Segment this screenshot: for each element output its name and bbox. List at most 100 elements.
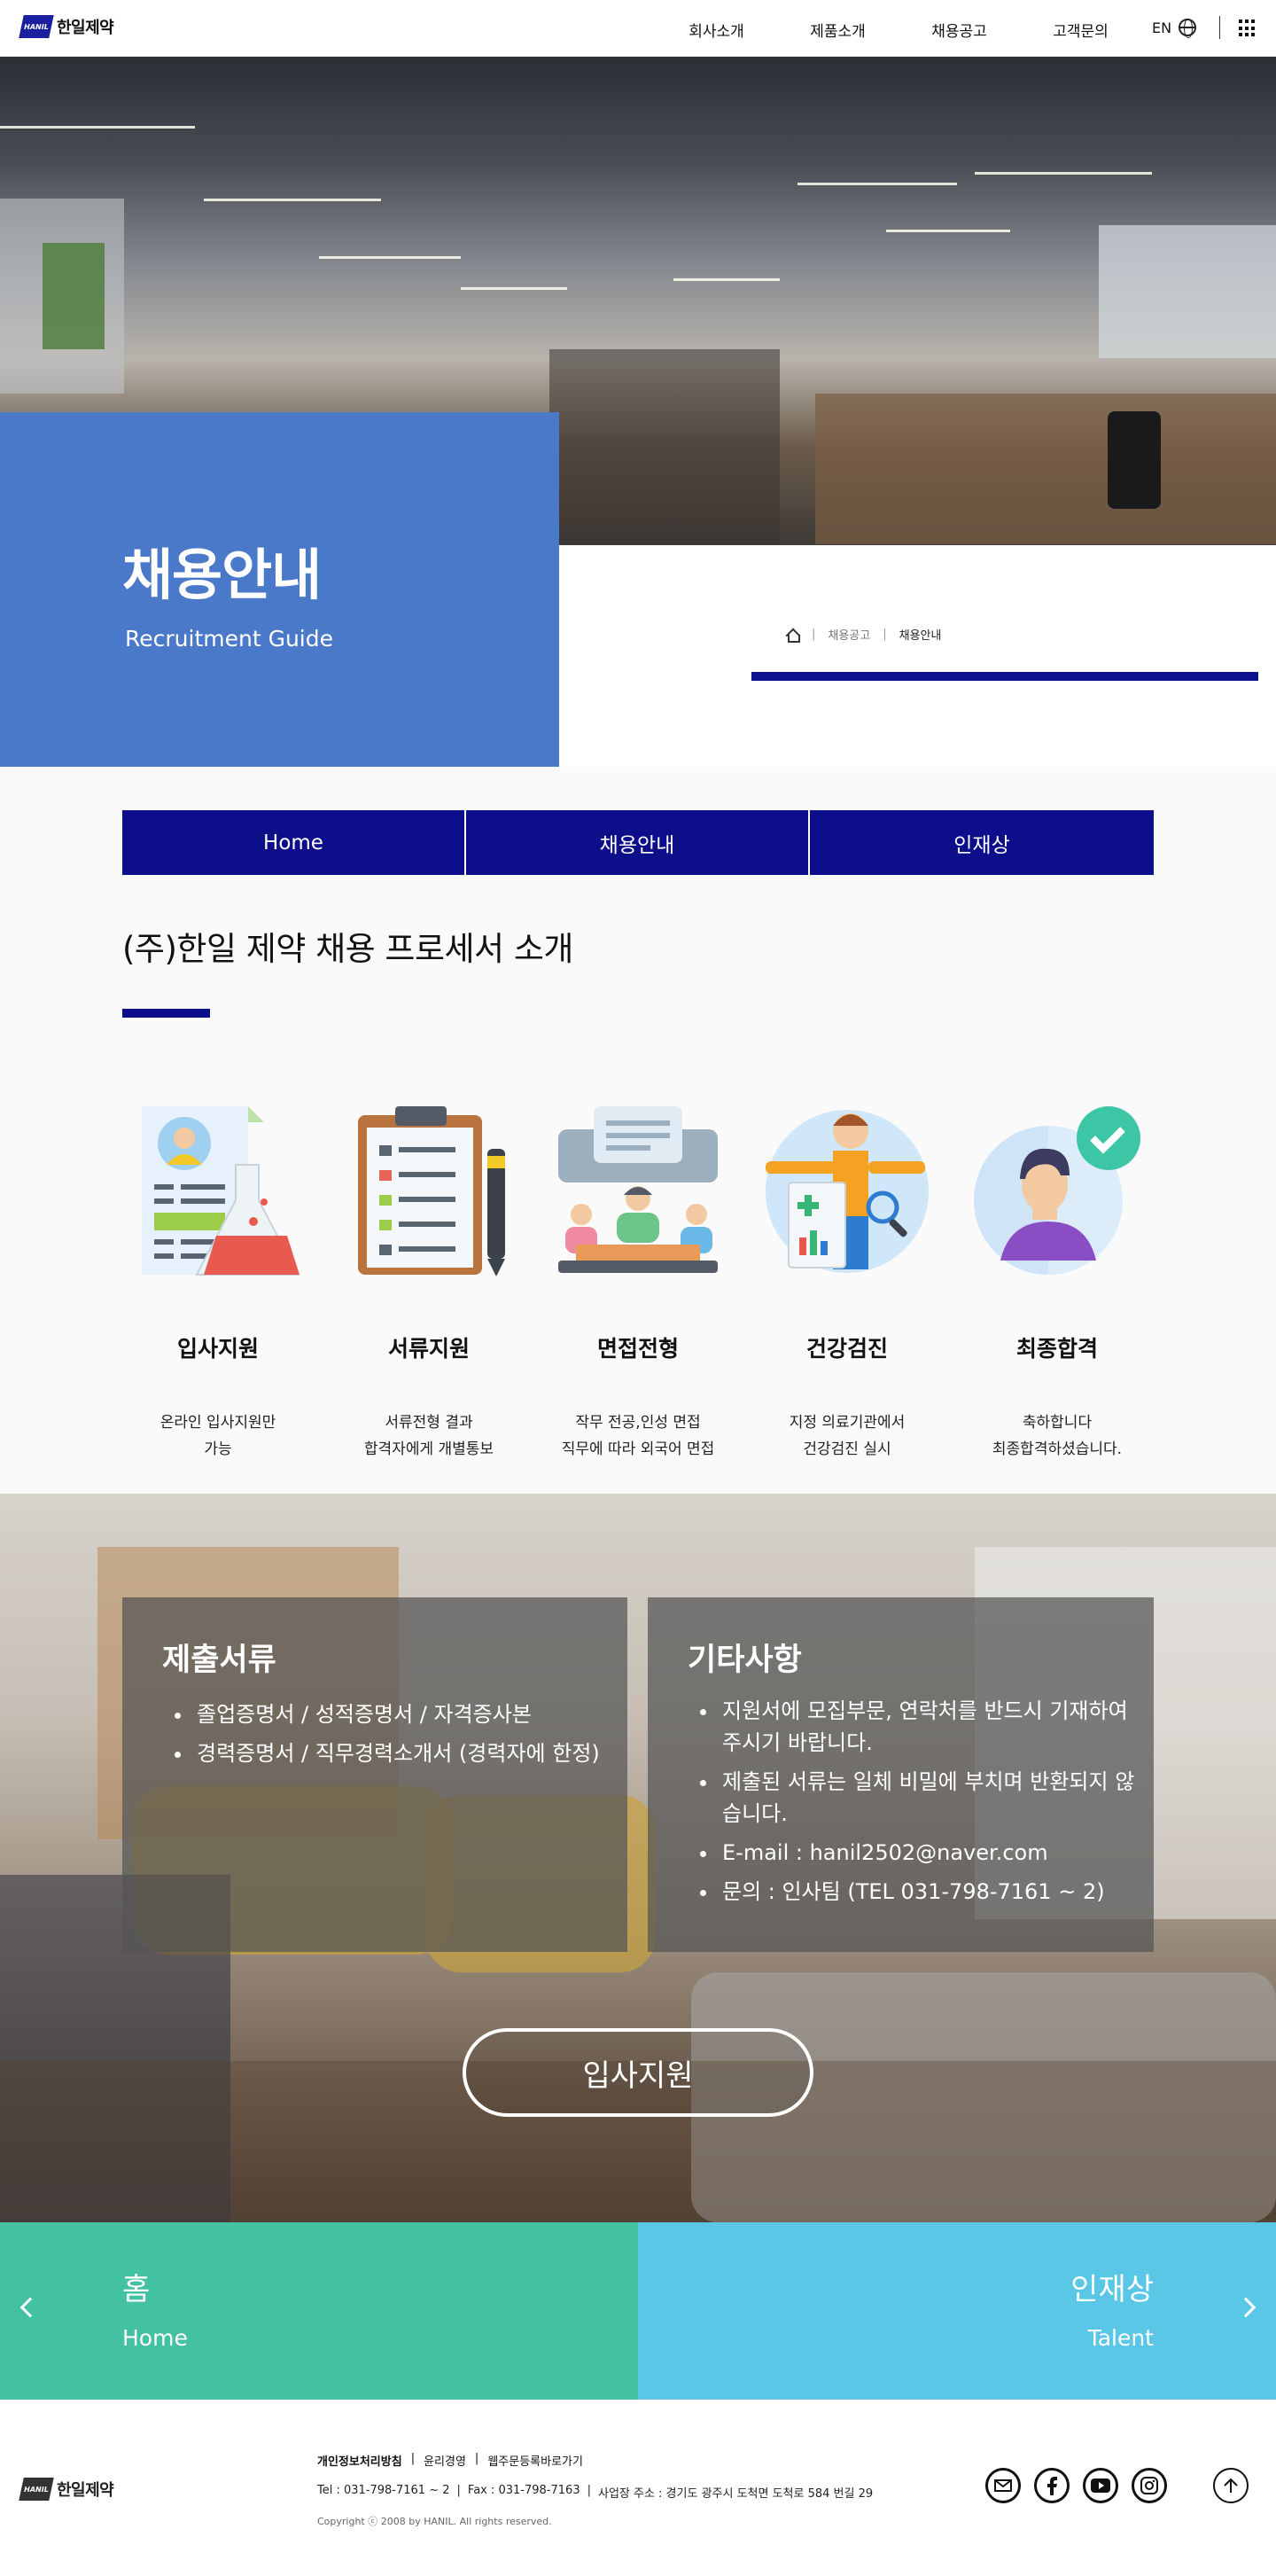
- documents-item: 졸업증명서 / 성적증명서 / 자격증사본: [193, 1695, 600, 1734]
- footer-separator: |: [410, 2452, 416, 2465]
- clipboard-icon: [340, 1103, 517, 1280]
- instagram-icon[interactable]: [1132, 2468, 1167, 2503]
- step-desc-line: 온라인 입사지원만: [160, 1414, 276, 1432]
- mail-icon[interactable]: [985, 2468, 1021, 2503]
- page-title: 채용안내: [122, 543, 322, 607]
- step-final-pass: 최종합격 축하합니다 최종합격하셨습니다.: [960, 1103, 1155, 1463]
- step-health-check: 건강검진 지정 의료기관에서 건강검진 실시: [750, 1103, 945, 1463]
- nav-company[interactable]: 회사소개: [656, 19, 777, 41]
- language-label: EN: [1152, 19, 1172, 36]
- privacy-policy-link[interactable]: 개인정보처리방침: [317, 2452, 402, 2469]
- documents-panel: 제출서류 졸업증명서 / 성적증명서 / 자격증사본 경력증명서 / 직무경력소…: [122, 1597, 627, 1952]
- tab-talent[interactable]: 인재상: [810, 810, 1154, 875]
- etc-list: 지원서에 모집부문, 연락처를 반드시 기재하여 주시기 바랍니다. 제출된 서…: [719, 1695, 1144, 1908]
- step-label: 건강검진: [805, 1336, 888, 1362]
- breadcrumb: | 채용공고 | 채용안내: [785, 626, 941, 643]
- next-page-title: 인재상: [1070, 2272, 1154, 2307]
- documents-title: 제출서류: [162, 1643, 276, 1678]
- step-desc-line: 축하합니다: [1022, 1414, 1093, 1432]
- interview-icon: [549, 1103, 727, 1280]
- next-page-link[interactable]: 인재상 Talent: [638, 2222, 1276, 2400]
- breadcrumb-current: 채용안내: [899, 629, 942, 643]
- site-logo[interactable]: HANIL 한일제약: [19, 15, 114, 38]
- breadcrumb-separator: |: [883, 628, 887, 641]
- step-desc-line: 지정 의료기관에서: [789, 1414, 906, 1432]
- sub-tabs: Home 채용안내 인재상: [122, 810, 1154, 875]
- step-desc-line: 직무에 따라 외국어 면접: [561, 1440, 715, 1458]
- next-page-subtitle: Talent: [1087, 2325, 1154, 2351]
- ethics-link[interactable]: 윤리경영: [424, 2452, 466, 2469]
- step-interview: 면접전형 작무 전공,인성 면접 직무에 따라 외국어 면접: [541, 1103, 735, 1463]
- prev-page-subtitle: Home: [122, 2325, 188, 2351]
- footer-tel: Tel : 031-798-7161 ~ 2: [317, 2484, 450, 2497]
- etc-item: 지원서에 모집부문, 연락처를 반드시 기재하여 주시기 바랍니다.: [719, 1695, 1144, 1759]
- step-desc-line: 작무 전공,인성 면접: [575, 1414, 701, 1432]
- documents-item: 경력증명서 / 직무경력소개서 (경력자에 한정): [193, 1734, 600, 1773]
- logo-text: 한일제약: [57, 19, 114, 37]
- application-icon: [129, 1103, 307, 1280]
- breadcrumb-underline: [751, 672, 1258, 681]
- footer-fax: Fax : 031-798-7163: [467, 2484, 580, 2497]
- step-desc-line: 건강검진 실시: [803, 1440, 891, 1458]
- grid-menu-icon[interactable]: [1239, 20, 1257, 37]
- header-divider: [1219, 16, 1220, 39]
- facebook-icon[interactable]: [1034, 2468, 1070, 2503]
- chevron-left-icon: [19, 2297, 41, 2318]
- prev-page-link[interactable]: 홈 Home: [0, 2222, 638, 2400]
- documents-list: 졸업증명서 / 성적증명서 / 자격증사본 경력증명서 / 직무경력소개서 (경…: [193, 1695, 600, 1773]
- prev-page-title: 홈: [122, 2272, 151, 2307]
- page-subtitle: Recruitment Guide: [125, 626, 333, 652]
- step-desc-line: 서류전형 결과: [385, 1414, 473, 1432]
- step-label: 서류지원: [387, 1336, 470, 1362]
- footer-links: 개인정보처리방침 | 윤리경영 | 웹주문등록바로가기: [317, 2452, 583, 2469]
- etc-panel: 기타사항 지원서에 모집부문, 연락처를 반드시 기재하여 주시기 바랍니다. …: [648, 1597, 1154, 1952]
- home-icon[interactable]: [785, 628, 800, 643]
- footer-address: 사업장 주소 : 경기도 광주시 도척면 도척로 584 번길 29: [597, 2487, 874, 2501]
- footer-info: Tel : 031-798-7161 ~ 2 | Fax : 031-798-7…: [317, 2484, 873, 2501]
- step-description: 작무 전공,인성 면접 직무에 따라 외국어 면접: [541, 1409, 735, 1463]
- logo-mark: HANIL: [19, 15, 54, 38]
- etc-item: 제출된 서류는 일체 비밀에 부치며 반환되지 않습니다.: [719, 1766, 1144, 1830]
- step-label: 면접전형: [596, 1336, 679, 1362]
- youtube-icon[interactable]: [1083, 2468, 1118, 2503]
- globe-icon: [1179, 19, 1197, 38]
- step-label: 입사지원: [176, 1336, 259, 1362]
- tab-home[interactable]: Home: [122, 810, 466, 875]
- nav-careers[interactable]: 채용공고: [899, 19, 1020, 41]
- footer-logo-text: 한일제약: [57, 2481, 114, 2500]
- breadcrumb-separator: |: [812, 628, 816, 641]
- tab-recruitment-guide[interactable]: 채용안내: [466, 810, 810, 875]
- step-description: 온라인 입사지원만 가능: [121, 1409, 315, 1463]
- step-desc-line: 가능: [204, 1440, 232, 1458]
- final-pass-icon: [969, 1103, 1146, 1280]
- step-apply: 입사지원 온라인 입사지원만 가능: [121, 1103, 315, 1463]
- arrow-up-icon[interactable]: [1213, 2468, 1249, 2503]
- section-title: (주)한일 제약 채용 프로세서 소개: [122, 930, 573, 968]
- footer-copyright: Copyright ⓒ 2008 by HANIL. All rights re…: [317, 2516, 552, 2527]
- breadcrumb-item[interactable]: 채용공고: [828, 626, 870, 643]
- footer-separator: |: [456, 2484, 461, 2497]
- section-title-bar: [122, 1009, 210, 1018]
- logo-mark: HANIL: [19, 2478, 54, 2501]
- footer-separator: |: [587, 2484, 591, 2497]
- main-nav: 회사소개 제품소개 채용공고 고객문의: [656, 19, 1141, 41]
- web-order-link[interactable]: 웹주문등록바로가기: [487, 2452, 583, 2469]
- etc-item: E-mail : hanil2502@naver.com: [719, 1837, 1144, 1869]
- footer-logo[interactable]: HANIL 한일제약: [19, 2478, 114, 2501]
- step-label: 최종합격: [1015, 1336, 1098, 1362]
- step-desc-line: 합격자에게 개별통보: [363, 1440, 494, 1458]
- footer-separator: |: [474, 2452, 479, 2465]
- etc-title: 기타사항: [688, 1643, 802, 1678]
- etc-item: 문의 : 인사팀 (TEL 031-798-7161 ~ 2): [719, 1876, 1144, 1908]
- nav-products[interactable]: 제품소개: [777, 19, 899, 41]
- nav-contact[interactable]: 고객문의: [1020, 19, 1141, 41]
- step-description: 서류전형 결과 합격자에게 개별통보: [331, 1409, 526, 1463]
- step-documents: 서류지원 서류전형 결과 합격자에게 개별통보: [331, 1103, 526, 1463]
- health-check-icon: [759, 1103, 936, 1280]
- chevron-right-icon: [1235, 2297, 1257, 2318]
- language-switch[interactable]: EN: [1152, 19, 1197, 38]
- apply-button[interactable]: 입사지원: [463, 2028, 813, 2117]
- step-description: 축하합니다 최종합격하셨습니다.: [960, 1409, 1155, 1463]
- step-description: 지정 의료기관에서 건강검진 실시: [750, 1409, 945, 1463]
- step-desc-line: 최종합격하셨습니다.: [992, 1440, 1123, 1458]
